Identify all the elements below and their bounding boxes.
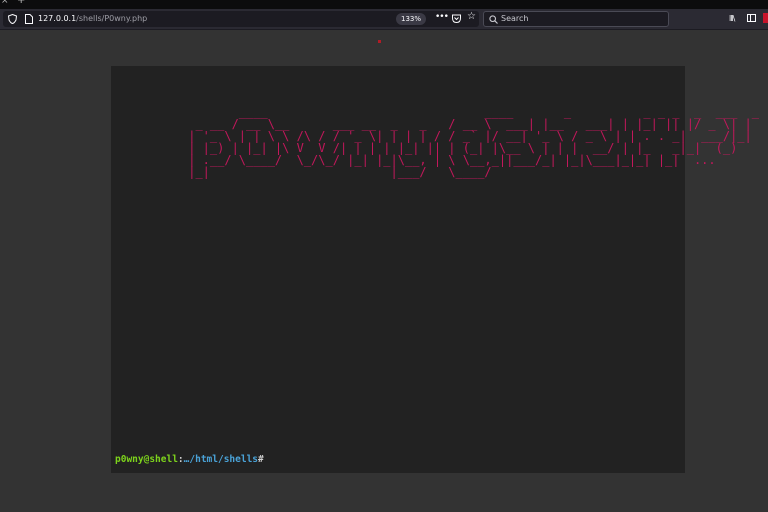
url-host: 127.0.0.1 [38,14,77,23]
navigation-toolbar: 127.0.0.1/shells/P0wny.php 133% ••• ☆ Se… [0,9,768,30]
prompt-user: p0wny@shell [115,454,178,465]
window-titlebar: × + [0,0,768,9]
prompt-path: …/html/shells [183,454,259,465]
shield-icon[interactable] [8,14,17,24]
extension-icon[interactable] [763,13,768,23]
sidebar-icon[interactable] [747,14,756,22]
address-bar[interactable]: 127.0.0.1/shells/P0wny.php 133% ••• ☆ [3,11,479,27]
search-input[interactable]: Search [483,11,669,27]
search-icon [489,15,498,24]
ascii-banner: ____ ____ _ _ _ _ _ ___ _ _ __ / __ \__ … [188,105,759,179]
search-placeholder: Search [501,14,529,23]
url-text[interactable]: 127.0.0.1/shells/P0wny.php [38,13,147,25]
library-icon[interactable]: lll\ [729,14,735,23]
page-actions-menu-icon[interactable]: ••• [435,12,449,22]
zoom-level-button[interactable]: 133% [396,13,427,25]
shell-prompt[interactable]: p0wny@shell:…/html/shells# [115,454,264,465]
url-path: /shells/P0wny.php [76,14,148,23]
bookmark-star-icon[interactable]: ☆ [467,11,476,22]
prompt-symbol: # [258,454,264,465]
page-info-icon[interactable] [25,14,33,24]
status-dot [378,40,381,43]
new-tab-icon[interactable]: + [17,0,25,6]
shell-terminal[interactable]: ____ ____ _ _ _ _ _ ___ _ _ __ / __ \__ … [111,66,759,473]
pocket-icon[interactable] [452,14,461,23]
close-tab-icon[interactable]: × [1,0,9,6]
